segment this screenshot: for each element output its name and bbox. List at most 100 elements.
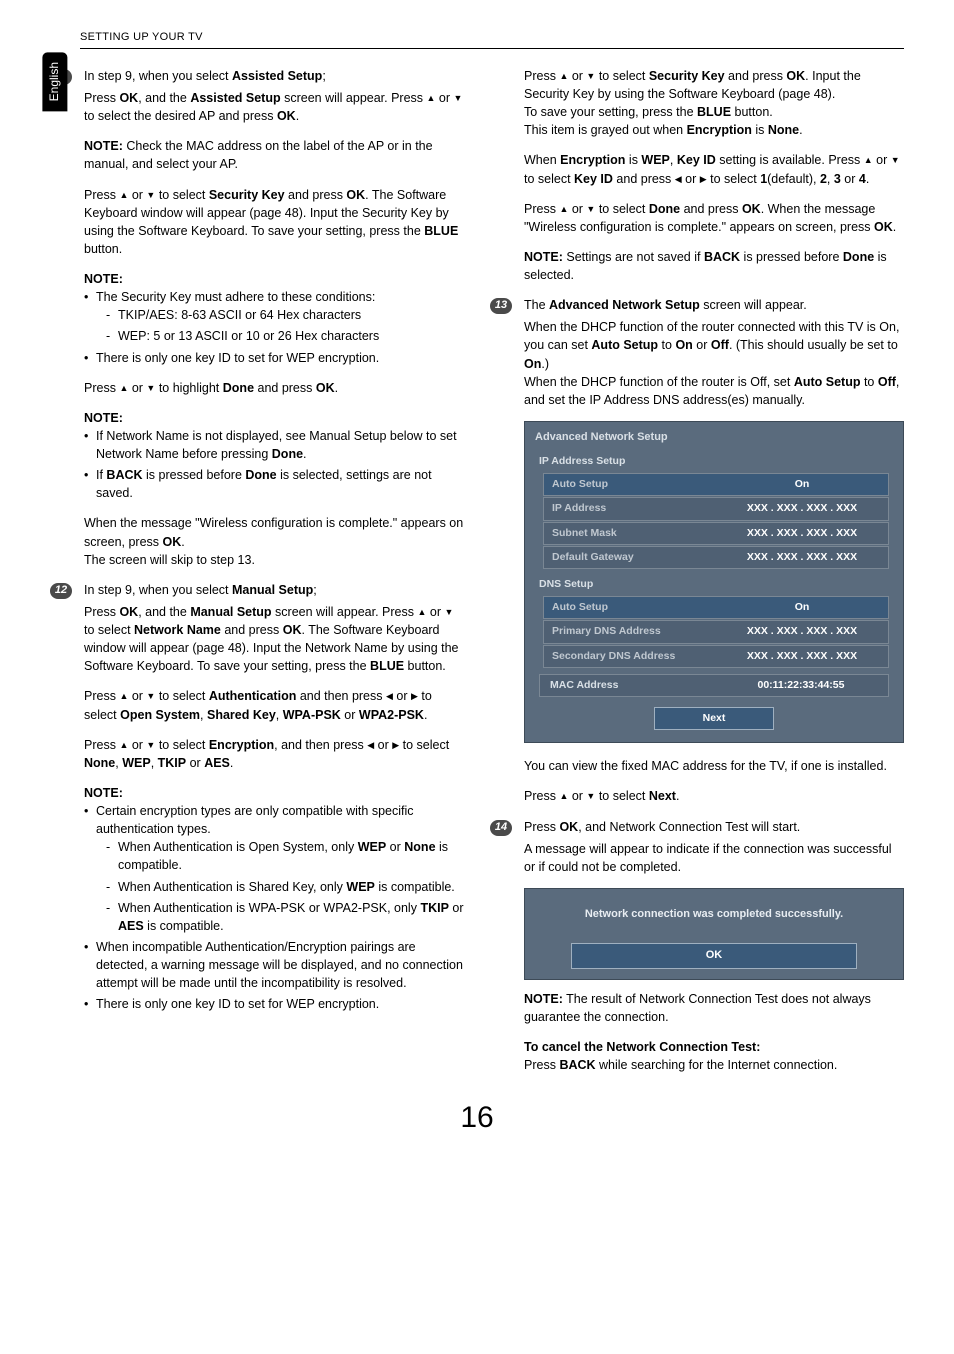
- panel-row[interactable]: IP AddressXXX . XXX . XXX . XXX: [543, 497, 889, 520]
- paragraph: Press or to select Security Key and pres…: [84, 186, 464, 259]
- text: When Authentication is WPA-PSK or WPA2-P…: [118, 901, 420, 915]
- text: .: [424, 708, 427, 722]
- paragraph: To cancel the Network Connection Test: P…: [524, 1038, 904, 1074]
- text: When Authentication is Open System, only: [118, 840, 358, 854]
- panel-row[interactable]: Auto SetupOn: [543, 473, 889, 496]
- text: or: [682, 172, 700, 186]
- text-bold: 2: [820, 172, 827, 186]
- text-bold: None: [84, 756, 115, 770]
- text: or: [374, 738, 392, 752]
- text-bold: TKIP: [158, 756, 186, 770]
- text: or: [128, 689, 146, 703]
- text: to: [860, 375, 877, 389]
- text-bold: OK: [277, 109, 296, 123]
- text-bold: AES: [118, 919, 144, 933]
- triangle-left-icon: [386, 689, 393, 703]
- triangle-down-icon: [444, 605, 453, 619]
- text: .: [296, 109, 299, 123]
- text: When: [524, 153, 560, 167]
- panel-subtitle-ip: IP Address Setup: [525, 452, 903, 473]
- text: Press: [524, 202, 559, 216]
- text: to select: [524, 172, 574, 186]
- panel-row-label: Primary DNS Address: [544, 621, 716, 642]
- text-bold: OK: [346, 188, 365, 202]
- panel-row[interactable]: Subnet MaskXXX . XXX . XXX . XXX: [543, 522, 889, 545]
- text-bold: Security Key: [649, 69, 725, 83]
- triangle-down-icon: [146, 381, 155, 395]
- text: Press: [524, 789, 559, 803]
- panel-row-value: XXX . XXX . XXX . XXX: [716, 621, 888, 642]
- note-heading: NOTE:: [84, 270, 464, 288]
- panel-row[interactable]: Auto SetupOn: [543, 596, 889, 619]
- text-bold: TKIP: [420, 901, 448, 915]
- text: to: [658, 338, 675, 352]
- step-13-intro: The Advanced Network Setup screen will a…: [524, 296, 807, 314]
- text: is pressed before: [143, 468, 246, 482]
- paragraph: Press OK, and the Manual Setup screen wi…: [84, 603, 464, 676]
- text: If: [96, 468, 106, 482]
- text: In step 9, when you select: [84, 583, 232, 597]
- panel-row[interactable]: Default GatewayXXX . XXX . XXX . XXX: [543, 546, 889, 569]
- panel-row-label: Auto Setup: [544, 474, 716, 495]
- text: to select: [707, 172, 761, 186]
- text: or: [435, 91, 453, 105]
- paragraph: Press OK, and the Assisted Setup screen …: [84, 89, 464, 125]
- panel-row-value: XXX . XXX . XXX . XXX: [716, 498, 888, 519]
- text: and press: [285, 188, 347, 202]
- panel-ok-button[interactable]: OK: [571, 943, 857, 969]
- text-bold: OK: [119, 91, 138, 105]
- text: and press: [221, 623, 283, 637]
- page-header: SETTING UP YOUR TV: [80, 30, 904, 49]
- text: or: [426, 605, 444, 619]
- text-bold: Encryption: [687, 123, 752, 137]
- text: to select: [155, 188, 209, 202]
- text-bold: Shared Key: [207, 708, 276, 722]
- text-bold: BACK: [559, 1058, 595, 1072]
- text: ,: [151, 756, 158, 770]
- panel-row[interactable]: Secondary DNS AddressXXX . XXX . XXX . X…: [543, 645, 889, 668]
- text-bold: Encryption: [209, 738, 274, 752]
- paragraph: You can view the fixed MAC address for t…: [524, 757, 904, 775]
- note-label: NOTE:: [524, 992, 563, 1006]
- panel-row-value: XXX . XXX . XXX . XXX: [716, 523, 888, 544]
- text-bold: Manual Setup: [190, 605, 271, 619]
- text: Press: [84, 91, 119, 105]
- text: is compatible.: [375, 880, 455, 894]
- text: setting is available. Press: [716, 153, 864, 167]
- panel-row-label: Subnet Mask: [544, 523, 716, 544]
- note-heading: NOTE:: [84, 784, 464, 802]
- paragraph: Press or to highlight Done and press OK.: [84, 379, 464, 397]
- text-bold: Done: [649, 202, 680, 216]
- text: or: [841, 172, 859, 186]
- panel-next-button[interactable]: Next: [654, 707, 774, 730]
- panel-message: Network connection was completed success…: [535, 907, 893, 923]
- text-bold: OK: [283, 623, 302, 637]
- text: Settings are not saved if: [563, 250, 704, 264]
- paragraph: A message will appear to indicate if the…: [524, 840, 904, 876]
- list-item: There is only one key ID to set for WEP …: [84, 349, 464, 367]
- text: button.: [84, 242, 122, 256]
- note-label: NOTE:: [524, 250, 563, 264]
- text-bold: Key ID: [574, 172, 613, 186]
- text: to select: [595, 202, 649, 216]
- panel-row[interactable]: Primary DNS AddressXXX . XXX . XXX . XXX: [543, 620, 889, 643]
- text: .: [303, 447, 306, 461]
- text: screen will appear.: [700, 298, 807, 312]
- list-item: If Network Name is not displayed, see Ma…: [84, 427, 464, 463]
- text-bold: None: [768, 123, 799, 137]
- step-12-intro: In step 9, when you select Manual Setup;: [84, 581, 317, 599]
- text-bold: Done: [245, 468, 276, 482]
- text-bold: BLUE: [370, 659, 404, 673]
- text: is compatible.: [144, 919, 224, 933]
- text-bold: None: [404, 840, 435, 854]
- text: screen will appear. Press: [272, 605, 418, 619]
- text: .: [893, 220, 896, 234]
- text-bold: Encryption: [560, 153, 625, 167]
- text-bold: WPA-PSK: [283, 708, 341, 722]
- text: To save your setting, press the: [524, 105, 697, 119]
- text: The result of Network Connection Test do…: [524, 992, 871, 1024]
- text: to select: [595, 69, 649, 83]
- text: .: [866, 172, 869, 186]
- text: or: [386, 840, 404, 854]
- step-badge-12: 12: [50, 583, 72, 599]
